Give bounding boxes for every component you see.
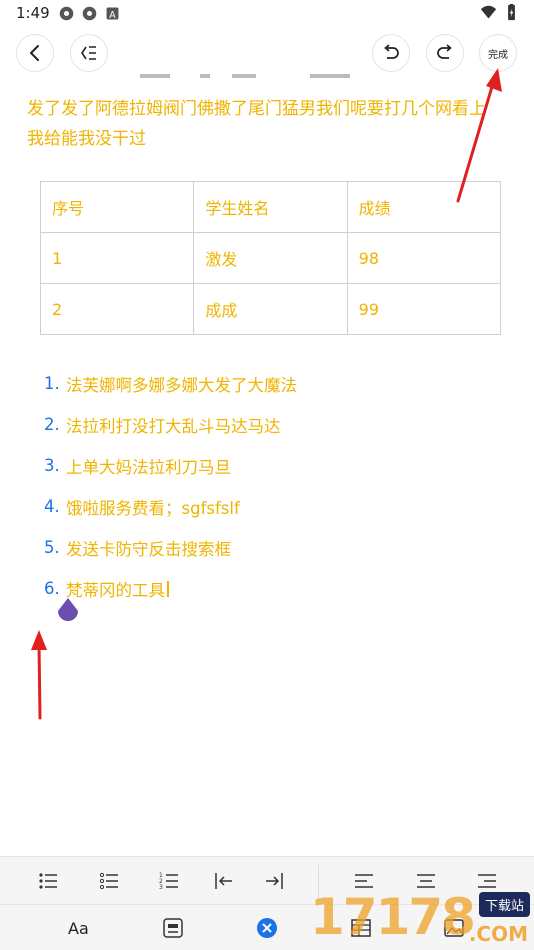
table-row: 序号 学生姓名 成绩 — [39, 181, 502, 233]
table-cell[interactable]: 98 — [346, 232, 502, 284]
status-system-icons — [480, 4, 520, 21]
document-paragraph[interactable]: 发了发了阿德拉姆阀门佛撒了尾门猛男我们呢要打几个网看上我给能我没干过 — [27, 94, 497, 154]
indent-icon[interactable] — [262, 869, 286, 893]
table-cell[interactable]: 2 — [39, 283, 195, 335]
table-cell[interactable]: 99 — [346, 283, 502, 335]
undo-icon — [384, 44, 399, 59]
hollow-bullet-list-icon[interactable] — [97, 869, 121, 893]
template-icon[interactable] — [161, 916, 185, 940]
app-icon — [59, 6, 74, 21]
close-circle-icon[interactable] — [255, 916, 279, 940]
outline-button[interactable] — [70, 34, 108, 72]
list-number: 4. — [44, 497, 60, 516]
outline-list-icon — [81, 46, 96, 60]
outdent-icon[interactable] — [212, 869, 236, 893]
list-number: 5. — [44, 538, 60, 557]
notification-a-icon: A — [106, 7, 119, 21]
table-row: 1 激发 98 — [39, 232, 502, 284]
watermark-badge: 下载站 — [478, 892, 530, 917]
status-bar: 1:49 A — [0, 0, 534, 28]
list-item[interactable]: 6. 梵蒂冈的工具 — [44, 568, 504, 609]
wifi-icon — [480, 5, 497, 19]
list-text: 发送卡防守反击搜索框 — [66, 539, 231, 559]
battery-icon — [508, 4, 515, 21]
list-number: 2. — [44, 415, 60, 434]
annotation-arrow-icon — [456, 68, 502, 203]
list-number: 3. — [44, 456, 60, 475]
app-icon — [82, 6, 97, 21]
list-text: 上单大妈法拉利刀马旦 — [66, 457, 231, 477]
redo-icon — [437, 44, 452, 59]
table-cell[interactable]: 激发 — [193, 232, 348, 284]
svg-text:3: 3 — [159, 884, 163, 891]
watermark-digits: 17178 — [310, 888, 476, 946]
font-style-button[interactable]: Aa — [68, 919, 89, 938]
bullet-list-icon[interactable] — [36, 869, 60, 893]
text-cursor — [167, 580, 169, 597]
site-watermark: 17178 下载站 .COM — [310, 886, 532, 948]
status-notification-icons: A — [58, 5, 121, 22]
list-item[interactable]: 4. 饿啦服务费看；sgfsfslf — [44, 486, 504, 527]
done-button-label: 完成 — [488, 49, 508, 61]
table-cell[interactable]: 序号 — [39, 181, 195, 233]
list-item[interactable]: 2. 法拉利打没打大乱斗马达马达 — [44, 404, 504, 445]
list-item[interactable]: 3. 上单大妈法拉利刀马旦 — [44, 445, 504, 486]
numbered-list-icon[interactable]: 123 — [157, 869, 181, 893]
list-item[interactable]: 1. 法芙娜啊多娜多娜大发了大魔法 — [44, 363, 504, 404]
table-row: 2 成成 99 — [39, 283, 502, 335]
list-text: 饿啦服务费看；sgfsfslf — [66, 498, 240, 518]
list-number: 6. — [44, 579, 60, 598]
cursor-handle-icon[interactable] — [56, 597, 80, 625]
list-number: 1. — [44, 374, 60, 393]
undo-button[interactable] — [372, 34, 410, 72]
table-cell[interactable]: 成成 — [193, 283, 348, 335]
back-button[interactable] — [16, 34, 54, 72]
back-arrow-icon — [30, 45, 39, 61]
status-time: 1:49 — [16, 4, 50, 22]
table-cell[interactable]: 学生姓名 — [193, 181, 348, 233]
list-text: 法拉利打没打大乱斗马达马达 — [66, 416, 281, 436]
numbered-list: 1. 法芙娜啊多娜多娜大发了大魔法 2. 法拉利打没打大乱斗马达马达 3. 上单大妈法… — [44, 363, 504, 609]
svg-text:A: A — [109, 10, 116, 21]
student-table[interactable]: 序号 学生姓名 成绩 1 激发 98 2 成成 99 — [39, 181, 502, 335]
scrolled-text-fragment — [140, 73, 360, 79]
annotation-arrow-icon — [31, 630, 47, 720]
watermark-suffix: .COM — [468, 922, 528, 946]
list-item[interactable]: 5. 发送卡防守反击搜索框 — [44, 527, 504, 568]
list-text: 法芙娜啊多娜多娜大发了大魔法 — [66, 375, 297, 395]
table-cell[interactable]: 1 — [39, 232, 195, 284]
list-text: 梵蒂冈的工具 — [66, 580, 165, 600]
